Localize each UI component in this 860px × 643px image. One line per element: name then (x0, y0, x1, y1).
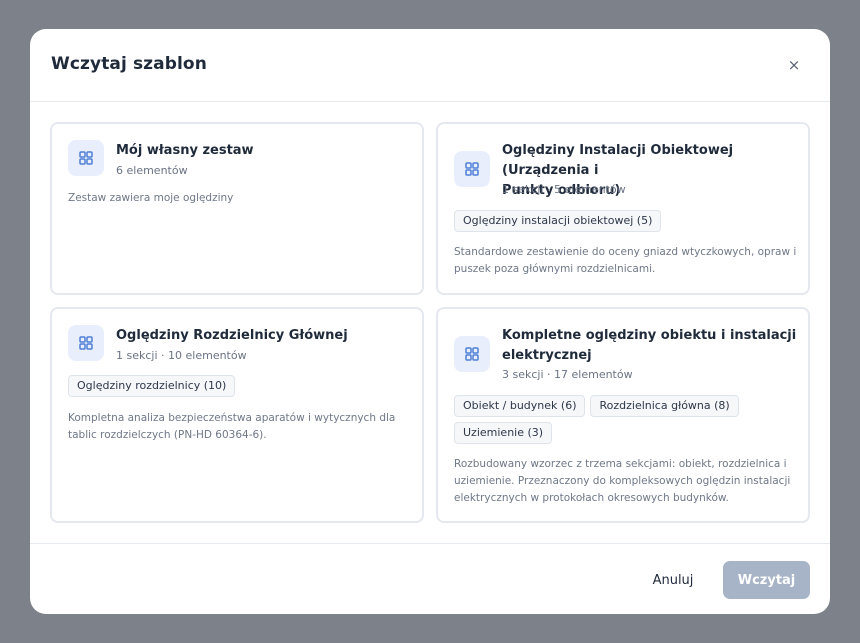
description-line: Standardowe zestawienie do oceny gniazd … (454, 246, 797, 258)
template-meta: 1 sekcji · 10 elementów (116, 349, 247, 362)
section-tag: Oględziny instalacji obiektowej (5) (454, 210, 662, 232)
template-description: Zestaw zawiera moje oględziny (68, 192, 234, 204)
description-line: uziemienie. Przeznaczony do kompleksowyc… (454, 475, 791, 487)
template-title-line: Kompletne oględziny obiektu i instalacji (502, 328, 797, 343)
template-title: Oględziny Rozdzielnicy Głównej (116, 328, 348, 343)
template-meta: 3 sekcji · 17 elementów (502, 368, 633, 381)
template-meta: 6 elementów (116, 164, 188, 177)
close-icon: × (787, 56, 801, 74)
load-template-dialog: Wczytaj szablon × Mój własny zestaw 6 el… (30, 29, 830, 614)
template-card-own-set[interactable]: Mój własny zestaw 6 elementów Zestaw zaw… (50, 122, 424, 295)
section-tag: Obiekt / budynek (6) (454, 395, 586, 417)
template-title-line: Oględziny Instalacji Obiektowej (Urządze… (502, 143, 734, 178)
template-list: Mój własny zestaw 6 elementów Zestaw zaw… (30, 102, 830, 543)
grid-icon (454, 151, 490, 187)
dialog-footer: Anuluj Wczytaj (30, 543, 830, 614)
description-line: elektrycznych w protokołach okresowych b… (454, 492, 729, 504)
dialog-title: Wczytaj szablon (51, 54, 207, 74)
template-card-complete-inspection[interactable]: Kompletne oględziny obiektu i instalacji… (436, 307, 810, 523)
grid-icon (454, 336, 490, 372)
template-title: Mój własny zestaw (116, 143, 254, 158)
template-card-object-installation[interactable]: Oględziny Instalacji Obiektowej (Urządze… (436, 122, 810, 295)
template-card-main-switchboard[interactable]: Oględziny Rozdzielnicy Głównej 1 sekcji … (50, 307, 424, 523)
template-description: Kompletna analiza bezpieczeństwa aparató… (68, 410, 395, 444)
section-tag: Oględziny rozdzielnicy (10) (68, 375, 236, 397)
dialog-header: Wczytaj szablon × (30, 29, 830, 102)
template-title: Kompletne oględziny obiektu i instalacji… (502, 326, 796, 366)
template-title-line: elektrycznej (502, 348, 592, 363)
section-tags: Oględziny instalacji obiektowej (5) (454, 210, 662, 232)
section-tag: Uziemienie (3) (454, 422, 553, 444)
template-description: Rozbudowany wzorzec z trzema sekcjami: o… (454, 456, 790, 507)
section-tags: Obiekt / budynek (6) Rozdzielnica główna… (454, 395, 754, 444)
description-line: puszek poza głównymi rozdzielnicami. (454, 263, 656, 275)
close-button[interactable]: × (782, 53, 806, 77)
description-line: Kompletna analiza bezpieczeństwa aparató… (68, 412, 396, 424)
section-tags: Oględziny rozdzielnicy (10) (68, 375, 236, 397)
template-description: Standardowe zestawienie do oceny gniazd … (454, 244, 796, 278)
load-button[interactable]: Wczytaj (723, 561, 810, 599)
section-tag: Rozdzielnica główna (8) (590, 395, 739, 417)
cancel-button[interactable]: Anuluj (638, 561, 708, 599)
description-line: Rozbudowany wzorzec z trzema sekcjami: o… (454, 458, 787, 470)
grid-icon (68, 140, 104, 176)
template-meta: 1 sekcji · 5 elementów (502, 183, 626, 196)
grid-icon (68, 325, 104, 361)
description-line: tablic rozdzielczych (PN-HD 60364-6). (68, 429, 267, 441)
